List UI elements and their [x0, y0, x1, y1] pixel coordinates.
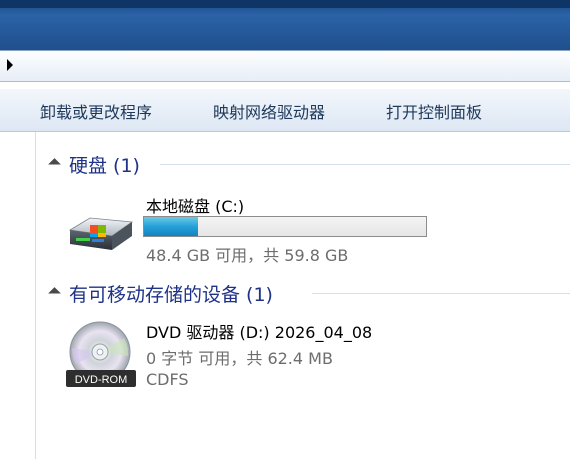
drive-space-d: 0 字节 可用，共 62.4 MB [146, 349, 333, 368]
drive-filesystem-d: CDFS [146, 370, 189, 389]
group-title: 硬盘 (1) [69, 154, 140, 177]
collapse-arrow-icon[interactable] [48, 157, 61, 171]
dvd-rom-label: DVD-ROM [75, 374, 128, 386]
group-header-removable[interactable]: 有可移动存储的设备 (1) [48, 279, 273, 307]
hard-drive-icon[interactable] [64, 210, 136, 256]
command-bar: 卸载或更改程序 映射网络驱动器 打开控制面板 [0, 89, 570, 132]
group-divider [160, 164, 570, 165]
uninstall-program-button[interactable]: 卸载或更改程序 [40, 99, 152, 123]
drive-name-d[interactable]: DVD 驱动器 (D:) 2026_04_08 [146, 319, 372, 343]
address-bar[interactable] [0, 50, 570, 82]
drive-usage-bar [143, 216, 427, 237]
drive-usage-fill [144, 217, 198, 236]
open-control-panel-button[interactable]: 打开控制面板 [386, 99, 482, 123]
drive-space-c: 48.4 GB 可用，共 59.8 GB [146, 246, 349, 265]
collapse-arrow-icon[interactable] [48, 286, 61, 300]
drive-name-c[interactable]: 本地磁盘 (C:) [146, 193, 244, 217]
navigation-pane[interactable] [0, 132, 36, 459]
window-titlebar [0, 0, 570, 50]
group-header-hard-disks[interactable]: 硬盘 (1) [48, 150, 140, 178]
group-title: 有可移动存储的设备 (1) [69, 283, 273, 306]
map-network-drive-button[interactable]: 映射网络驱动器 [213, 99, 325, 123]
address-expand-icon[interactable] [7, 59, 13, 71]
group-divider [312, 293, 570, 294]
titlebar-edge [0, 0, 570, 8]
dvd-drive-icon[interactable]: DVD-ROM [66, 320, 138, 390]
